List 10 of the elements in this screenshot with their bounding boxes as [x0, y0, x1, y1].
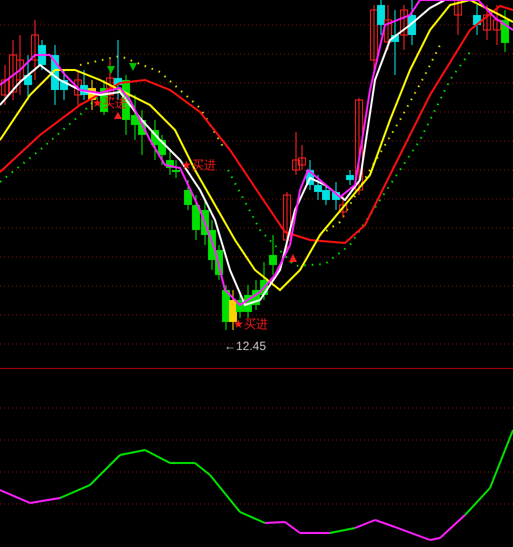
- candlestick: [454, 0, 462, 36]
- buy-signal-label: ★买进: [233, 317, 268, 331]
- low-price-label: ←12.45: [224, 339, 266, 353]
- candlestick: [283, 192, 291, 250]
- up-triangle-icon: [289, 254, 297, 262]
- candlestick: [483, 4, 491, 40]
- up-triangle-icon: [114, 112, 122, 119]
- down-triangle-icon: [107, 66, 115, 74]
- candlestick: [473, 4, 481, 36]
- down-triangle-icon: [129, 63, 137, 71]
